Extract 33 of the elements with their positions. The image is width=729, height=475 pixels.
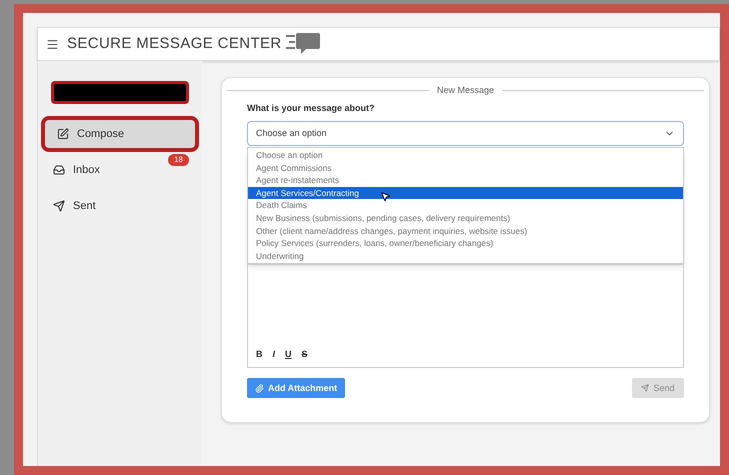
add-attachment-button[interactable]: Add Attachment — [247, 378, 346, 398]
message-editor[interactable]: B I U S — [247, 264, 684, 368]
sidebar-label: Compose — [77, 126, 124, 142]
italic-button[interactable]: I — [272, 348, 276, 362]
underline-button[interactable]: U — [285, 348, 292, 362]
strikethrough-button[interactable]: S — [302, 348, 308, 362]
send-icon — [641, 384, 650, 392]
option-item[interactable]: Death Claims — [248, 199, 683, 212]
option-item[interactable]: New Business (submissions, pending cases, delivery requirements) — [248, 212, 683, 225]
question-label: What is your message about? — [247, 102, 375, 115]
mouse-cursor-icon — [380, 190, 391, 202]
unread-count: 18 — [168, 154, 189, 166]
sidebar-label: Sent — [73, 198, 96, 214]
topic-select[interactable]: Choose an option — [247, 121, 684, 146]
send-icon — [53, 200, 65, 212]
option-item[interactable]: Agent Commissions — [248, 162, 683, 174]
option-item[interactable]: Other (client name/address changes, payment inquiries, website issues) — [248, 224, 683, 238]
menu-icon[interactable] — [46, 38, 59, 50]
option-item[interactable]: Policy Services (surrenders, loans, owner/beneficiary changes) — [248, 237, 683, 250]
option-item[interactable]: Agent Services/Contracting — [248, 186, 683, 200]
app-title: SECURE MESSAGE CENTER — [67, 34, 282, 54]
sidebar-label: Inbox — [73, 162, 100, 178]
option-item[interactable]: Agent re-instatements — [248, 174, 683, 187]
compose-icon — [57, 128, 69, 140]
option-item[interactable]: Choose an option — [248, 149, 683, 162]
inbox-icon — [53, 164, 65, 176]
bold-button[interactable]: B — [256, 348, 262, 362]
section-legend: New Message — [436, 84, 494, 98]
option-item[interactable]: Underwriting — [248, 250, 683, 262]
paperclip-icon — [255, 384, 264, 393]
sidebar-item[interactable]: Sent — [41, 188, 199, 224]
sidebar-item[interactable]: Inbox 18 — [41, 152, 199, 188]
sidebar-item[interactable]: Compose — [41, 116, 199, 152]
